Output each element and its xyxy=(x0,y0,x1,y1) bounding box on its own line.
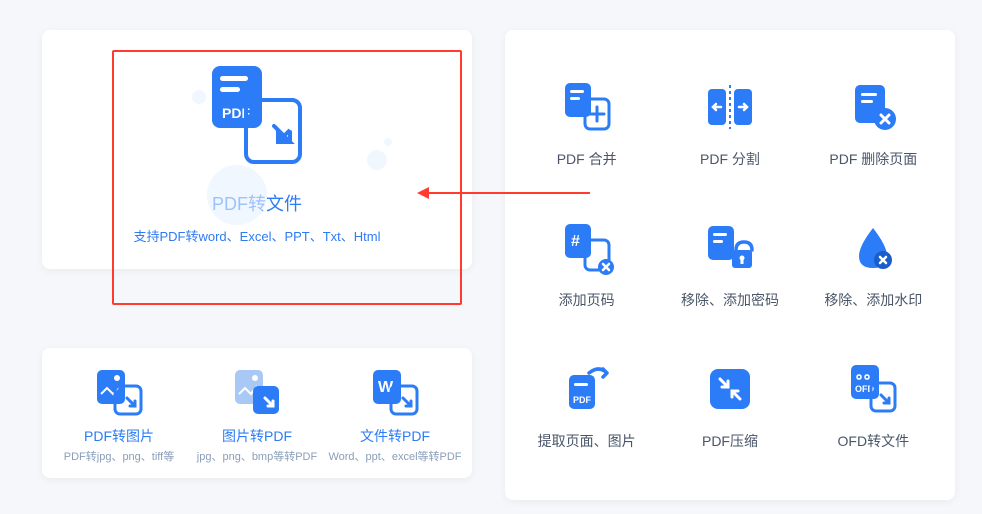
pdf-to-file-card[interactable]: PDF PDF转文件 支持PDF转word、Excel、PPT、Txt、Html xyxy=(42,30,472,269)
grid-item-label: PDF 合并 xyxy=(557,149,617,169)
small-item-desc: jpg、png、bmp等转PDF xyxy=(197,450,317,464)
small-feature-panel: PDF转图片 PDF转jpg、png、tiff等 图片转PDF jpg、png、… xyxy=(42,348,472,478)
file-to-pdf-icon: W xyxy=(369,366,421,418)
ofd-convert-item[interactable]: OFD OFD转文件 xyxy=(802,335,945,476)
add-page-number-item[interactable]: # 添加页码 xyxy=(515,195,658,336)
add-page-number-icon: # xyxy=(559,220,615,276)
password-icon xyxy=(702,220,758,276)
tools-grid-panel: PDF 合并 PDF 分割 PDF 删除页面 xyxy=(505,30,955,500)
pdf-split-item[interactable]: PDF 分割 xyxy=(658,54,801,195)
grid-item-label: 提取页面、图片 xyxy=(538,431,636,451)
pdf-to-image-item[interactable]: PDF转图片 PDF转jpg、png、tiff等 xyxy=(50,366,188,464)
small-item-title: PDF转图片 xyxy=(84,426,154,446)
file-to-pdf-item[interactable]: W 文件转PDF Word、ppt、excel等转PDF xyxy=(326,366,464,464)
grid-item-label: OFD转文件 xyxy=(838,431,910,451)
grid-item-label: PDF 分割 xyxy=(700,149,760,169)
decor-circle xyxy=(367,150,387,170)
watermark-item[interactable]: 移除、添加水印 xyxy=(802,195,945,336)
pdf-delete-page-item[interactable]: PDF 删除页面 xyxy=(802,54,945,195)
small-item-desc: Word、ppt、excel等转PDF xyxy=(328,450,461,464)
grid-item-label: PDF压缩 xyxy=(702,431,758,451)
grid-item-label: 添加页码 xyxy=(559,290,615,310)
grid-item-label: 移除、添加密码 xyxy=(681,290,779,310)
decor-circle xyxy=(207,165,267,225)
pdf-compress-icon xyxy=(702,361,758,417)
feature-desc: 支持PDF转word、Excel、PPT、Txt、Html xyxy=(133,226,380,245)
svg-text:#: # xyxy=(571,233,580,250)
extract-page-icon: PDF xyxy=(559,361,615,417)
pdf-merge-icon xyxy=(559,79,615,135)
pdf-delete-page-icon xyxy=(845,79,901,135)
watermark-icon xyxy=(845,220,901,276)
pdf-compress-item[interactable]: PDF压缩 xyxy=(658,335,801,476)
image-to-pdf-icon xyxy=(231,366,283,418)
grid-item-label: 移除、添加水印 xyxy=(824,290,922,310)
pdf-convert-icon: PDF xyxy=(202,60,312,170)
ofd-convert-icon: OFD xyxy=(845,361,901,417)
extract-page-item[interactable]: PDF 提取页面、图片 xyxy=(515,335,658,476)
decor-circle xyxy=(384,138,392,146)
small-item-title: 文件转PDF xyxy=(360,426,430,446)
password-item[interactable]: 移除、添加密码 xyxy=(658,195,801,336)
small-item-desc: PDF转jpg、png、tiff等 xyxy=(64,450,174,464)
pdf-split-icon xyxy=(702,79,758,135)
svg-text:PDF: PDF xyxy=(573,395,592,405)
pdf-merge-item[interactable]: PDF 合并 xyxy=(515,54,658,195)
image-to-pdf-item[interactable]: 图片转PDF jpg、png、bmp等转PDF xyxy=(188,366,326,464)
grid-item-label: PDF 删除页面 xyxy=(829,149,917,169)
small-item-title: 图片转PDF xyxy=(222,426,292,446)
pdf-to-image-icon xyxy=(93,366,145,418)
